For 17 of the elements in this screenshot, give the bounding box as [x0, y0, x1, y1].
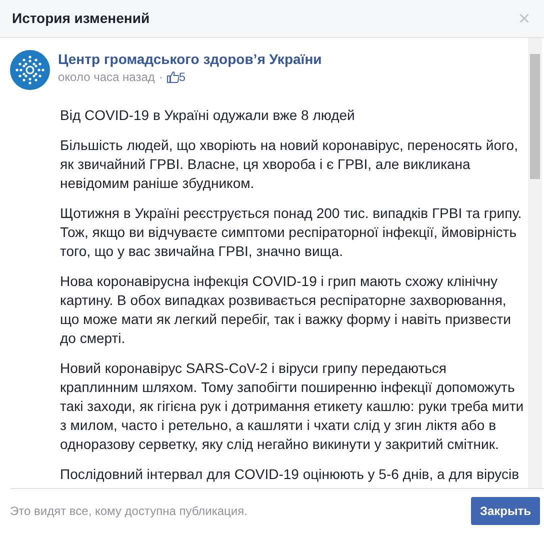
post-paragraph: Щотижня в Україні реєструється понад 200 тис. випадків ГРВІ та грипу. Тож, якщо ви відчуваєте симптоми респіраторної інфекції, ймовірність того, що у вас звичайна ГРВІ, значно вища. — [60, 204, 523, 261]
post-time[interactable]: около часа назад — [58, 68, 155, 86]
thumbs-up-icon — [166, 71, 179, 83]
separator-dot: · — [158, 69, 163, 86]
post-paragraph: Нова коронавірусна інфекція COVID-19 і грип мають схожу клінічну картину. В обох випадках розвивається респіраторне захворювання, що може мати як легкий перебіг, так і важку форму і навіть призвести до смерті. — [60, 272, 512, 348]
author-link[interactable]: Центр громадського здоров’я України — [58, 50, 322, 68]
scrollbar[interactable] — [528, 38, 542, 488]
scrollbar-thumb[interactable] — [530, 54, 540, 179]
post-paragraph: Від COVID-19 в Україні одужали вже 8 людей — [60, 106, 356, 125]
avatar-icon[interactable] — [10, 50, 50, 90]
dialog-title: История изменений — [12, 9, 150, 28]
post-paragraph: Більшість людей, що хворіють на новий коронавірус, переносять його, як звичайний ГРВІ. Власне, ця хвороба і є ГРВІ, але викликана невідомим раніше збудником. — [60, 136, 519, 193]
privacy-note: Это видят все, кому доступна публикация. — [10, 503, 248, 520]
close-dialog-button[interactable]: Закрыть — [470, 497, 540, 525]
post-paragraph: Послідовний інтервал для COVID-19 оцінюють у 5-6 днів, а для вірусів — [60, 465, 520, 484]
post-paragraph: Новий коронавірус SARS-CoV-2 і віруси грипу передаються краплинним шляхом. Тому запобігти поширенню інфекції допоможуть такі заходи, як гігієна рук і дотримання етикету кашлю: руки треба мити з милом, часто і ретельно, а кашляти і чхати слід у згин ліктя або в одноразову серветку, яку слід негайно викинути у закритий смітник. — [60, 359, 524, 454]
likes-count[interactable]: 5 — [166, 68, 186, 86]
